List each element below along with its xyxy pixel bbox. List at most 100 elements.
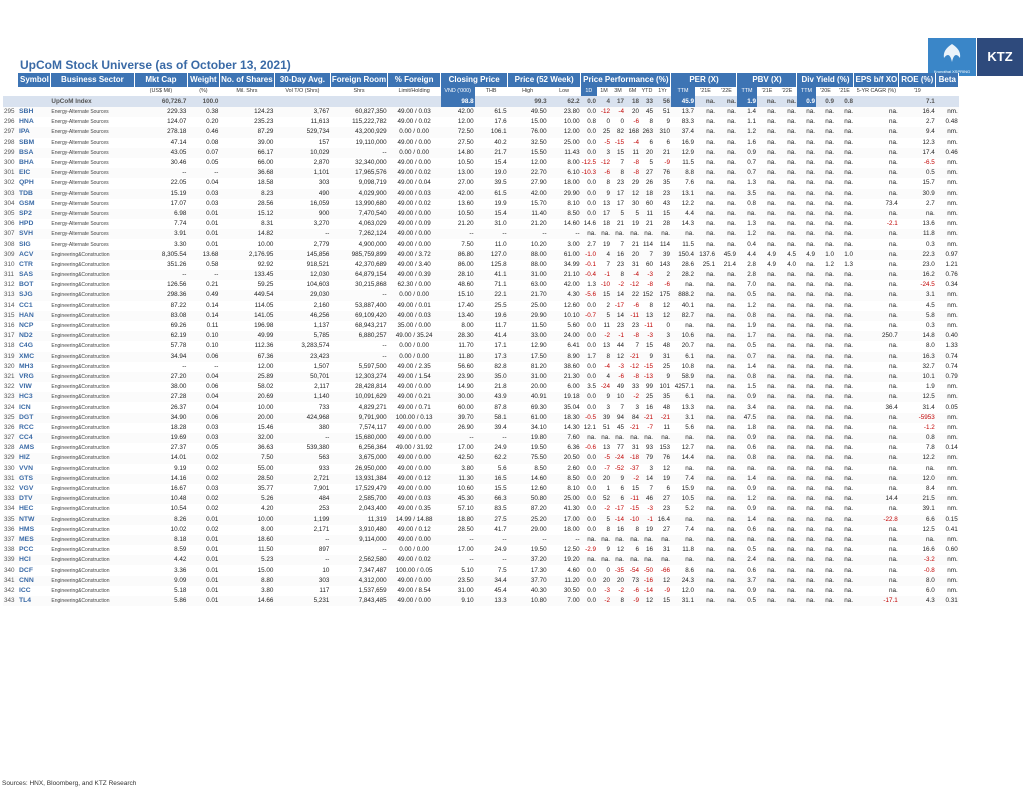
table-cell: --	[474, 229, 508, 240]
table-cell: 4	[596, 249, 611, 260]
table-cell: 1.7	[580, 351, 597, 362]
table-cell: na.	[815, 412, 835, 423]
table-cell: 8.00	[261, 525, 274, 533]
table-cell: 3.5	[587, 383, 596, 391]
index-row: UpCoM Index 60,726.7 100.0 98.8 99.3 62.2 0.0 4…	[3, 96, 959, 107]
table-cell: na.	[685, 322, 694, 330]
table-cell: 7.8	[926, 444, 935, 452]
row-number: 315	[3, 310, 18, 321]
table-cell: na.	[694, 107, 716, 118]
table-cell: nm.	[935, 494, 959, 505]
table-cell: 32.7	[922, 362, 935, 370]
table-cell: 1.9	[747, 322, 756, 330]
table-cell: --	[187, 168, 220, 179]
table-cell: 2.8	[736, 270, 757, 281]
table-cell: 22	[624, 290, 640, 301]
table-cell: 81.20	[530, 362, 547, 370]
table-cell: 28,428,814	[355, 383, 387, 391]
table-cell: na.	[796, 351, 816, 362]
table-cell: 18.00	[563, 179, 580, 187]
table-row: 336 HMS Engineering&Construction 10.02 0.02 8…	[3, 525, 959, 535]
table-cell: 17	[610, 188, 625, 199]
table-cell: na.	[706, 118, 715, 126]
table-cell: na.	[787, 485, 796, 493]
table-cell: 69.30	[530, 403, 547, 411]
table-cell: 0.0	[580, 188, 597, 199]
table-cell: 39	[596, 412, 611, 423]
table-cell: na.	[853, 290, 899, 301]
table-cell: na.	[825, 566, 834, 574]
table-cell: 1.4	[736, 514, 757, 525]
table-cell: 2,117	[314, 383, 330, 391]
index-cell	[387, 96, 441, 107]
table-cell: 0.01	[187, 555, 220, 566]
table-cell: 13,990,680	[355, 199, 387, 207]
table-cell: 4.5	[926, 301, 935, 309]
index-cell: 45.9	[670, 96, 695, 107]
table-cell: 15.00	[530, 118, 547, 126]
table-cell: 32.50	[530, 138, 547, 146]
table-cell: na.	[653, 555, 671, 566]
table-cell: na.	[815, 514, 835, 525]
table-cell: nm.	[947, 199, 958, 207]
ticker-symbol: ICN	[19, 403, 31, 411]
table-cell: 0.9	[736, 433, 757, 444]
table-cell: 51	[602, 423, 610, 431]
table-cell: 11	[663, 423, 670, 431]
table-cell: 45.30	[440, 494, 475, 505]
table-cell: na.	[685, 281, 694, 289]
table-cell: na.	[834, 147, 854, 158]
table-cell: -66	[660, 566, 670, 574]
table-cell: -11	[644, 322, 653, 330]
ticker-symbol: SAS	[18, 270, 51, 281]
table-cell: 3.80	[261, 586, 274, 594]
table-cell: -18	[624, 453, 640, 464]
table-cell: 0.0	[587, 179, 596, 187]
table-cell: 114	[659, 240, 670, 248]
table-cell: 5.8	[898, 310, 936, 321]
table-cell: 8.50	[547, 208, 581, 220]
business-sector: Energy-Alternate Sources	[51, 180, 109, 187]
table-cell: 0.0	[587, 505, 596, 513]
ticker-symbol: HNA	[19, 118, 34, 126]
table-cell: 4,063,029	[358, 220, 387, 228]
table-cell: na.	[787, 322, 796, 330]
index-cell: na.	[694, 96, 716, 107]
ticker-symbol: BOT	[19, 281, 34, 289]
table-cell: na.	[825, 281, 834, 289]
table-cell: 7	[639, 249, 654, 260]
table-cell: na.	[756, 596, 777, 607]
table-cell: 126.56	[167, 281, 187, 289]
table-cell: 21.70	[507, 290, 548, 301]
table-cell: na.	[727, 301, 736, 309]
table-cell: 6.41	[567, 342, 580, 350]
table-cell: 14.4	[853, 494, 899, 505]
table-cell: na.	[596, 229, 611, 240]
table-cell: -21	[653, 412, 671, 423]
table-cell: 5.26	[219, 494, 275, 505]
table-cell: na.	[844, 159, 853, 167]
column-header: No. of Shares	[219, 73, 275, 87]
table-cell: 0.0	[587, 464, 596, 472]
foreign-limit-holding: 49.00 / 0.03	[387, 310, 441, 321]
table-row: 317 ND2 Engineering&Construction 62.19 0.10 4…	[3, 331, 959, 342]
table-cell: -8	[624, 371, 640, 383]
table-cell: na.	[806, 342, 815, 350]
foreign-limit-holding: 49.00 / 0.00	[387, 433, 441, 444]
row-number: 334	[4, 505, 15, 513]
table-cell: 27.50	[457, 138, 474, 146]
table-cell: 0.9	[747, 485, 756, 493]
table-cell: 62.19	[134, 331, 188, 342]
column-subheader: Mil. Shrs	[236, 88, 258, 94]
table-cell: 6	[649, 138, 653, 146]
table-cell: -12	[629, 281, 639, 289]
table-cell: 18.80	[440, 514, 475, 525]
business-sector: Engineering&Construction	[50, 392, 135, 403]
table-cell: na.	[834, 188, 854, 199]
table-cell: 7.00	[547, 596, 581, 607]
table-cell: na.	[694, 473, 716, 484]
table-cell: --	[440, 555, 475, 566]
table-cell: na.	[756, 433, 777, 444]
table-cell: na.	[727, 159, 736, 167]
table-cell: 25.00	[530, 301, 547, 309]
